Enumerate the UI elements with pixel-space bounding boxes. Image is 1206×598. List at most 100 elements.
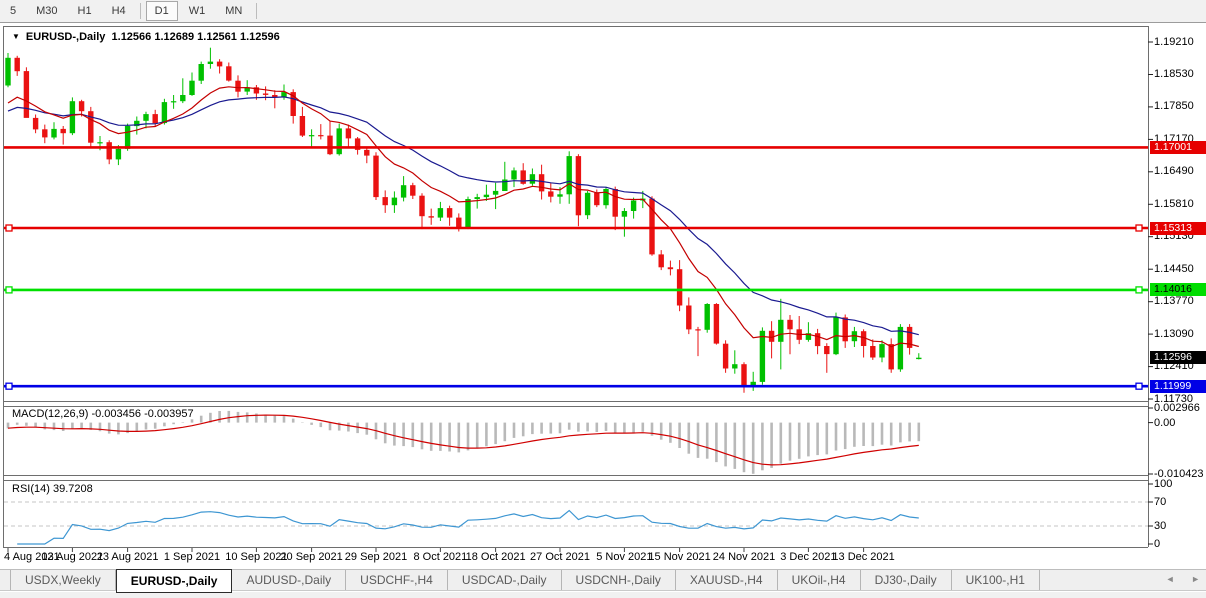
candle-body [603,189,608,205]
candle-body [815,333,820,346]
macd-tick-label: 0.002966 [1154,402,1200,414]
candle-body [539,174,544,191]
candle-body [42,129,47,137]
date-tick-label: 13 Aug 2021 [41,551,103,563]
date-tick-label: 5 Nov 2021 [596,551,652,563]
candle-body [447,208,452,218]
candle-body [364,150,369,156]
candle-body [465,199,470,228]
candle-body [217,62,222,67]
candle-body [153,114,158,123]
line-handle[interactable] [6,383,12,389]
date-tick-label: 10 Sep 2021 [225,551,287,563]
candle-body [594,193,599,205]
candle-body [760,331,765,382]
candle-body [456,218,461,229]
candle-body [419,196,424,217]
candle-body [346,128,351,138]
price-tick-label: 1.17850 [1154,100,1194,112]
tab-scroll-left-icon[interactable]: ◄ [1166,574,1175,584]
chart-symbol-label: EURUSD-,Daily [26,31,105,43]
date-tick-label: 24 Nov 2021 [713,551,775,563]
chart-canvas[interactable] [0,0,1206,598]
date-tick-label: 15 Nov 2021 [648,551,710,563]
date-tick-label: 8 Oct 2021 [413,551,467,563]
candle-body [15,58,20,71]
line-handle[interactable] [6,225,12,231]
candle-body [300,116,305,136]
macd-tick-label: 0.00 [1154,417,1175,429]
candle-body [263,94,268,95]
candle-body [97,142,102,143]
candle-body [189,81,194,95]
price-tick-label: 1.15810 [1154,198,1194,210]
line-handle[interactable] [1136,225,1142,231]
rsi-tick-label: 0 [1154,538,1160,550]
candle-body [879,344,884,357]
price-badge: 1.17001 [1150,141,1206,154]
date-tick-label: 20 Sep 2021 [280,551,342,563]
candle-body [24,71,29,118]
candle-body [51,129,56,138]
candle-body [5,58,10,86]
price-tick-label: 1.13090 [1154,328,1194,340]
candle-body [180,95,185,101]
candle-body [778,320,783,342]
candle-body [787,320,792,330]
chart-dropdown-icon[interactable]: ▼ [12,32,20,41]
candle-body [208,62,213,64]
candle-body [125,126,130,149]
macd-label: MACD(12,26,9) -0.003456 -0.003957 [12,408,194,420]
candle-body [548,191,553,196]
candle-body [824,346,829,354]
candle-body [695,329,700,330]
candle-body [107,142,112,159]
candle-body [401,185,406,197]
candle-body [585,193,590,215]
line-handle[interactable] [1136,383,1142,389]
candle-body [567,156,572,194]
candle-body [383,197,388,205]
candle-body [659,254,664,267]
line-handle[interactable] [6,287,12,293]
candle-body [631,201,636,212]
price-badge: 1.15313 [1150,222,1206,235]
rsi-tick-label: 70 [1154,496,1166,508]
date-tick-label: 27 Oct 2021 [530,551,590,563]
candle-body [373,156,378,198]
candle-body [511,170,516,179]
price-tick-label: 1.19210 [1154,36,1194,48]
line-handle[interactable] [1136,287,1142,293]
price-tick-label: 1.14450 [1154,263,1194,275]
candle-body [162,102,167,123]
candle-body [741,364,746,387]
candle-body [429,216,434,217]
candle-body [438,208,443,218]
price-tick-label: 1.16490 [1154,165,1194,177]
candle-body [613,189,618,217]
candle-body [898,327,903,370]
candle-body [392,198,397,206]
candle-body [576,156,581,215]
candle-body [521,170,526,183]
candle-body [916,358,921,359]
date-tick-label: 18 Oct 2021 [466,551,526,563]
candle-body [116,149,121,160]
candle-body [677,269,682,305]
candle-body [557,194,562,196]
candle-body [723,344,728,369]
chart-tab-eurusd-daily[interactable]: EURUSD-,Daily [116,569,233,593]
rsi-line [17,511,919,545]
candle-body [410,185,415,196]
price-badge: 1.11999 [1150,380,1206,393]
date-tick-label: 1 Sep 2021 [164,551,220,563]
candle-body [493,191,498,195]
mt4-window: 5M30H1H4D1W1MN ▼EURUSD-,Daily 1.12566 1.… [0,0,1206,598]
chart-ohlc-values: 1.12566 1.12689 1.12561 1.12596 [112,31,280,43]
date-tick-label: 23 Aug 2021 [97,551,159,563]
price-badge: 1.14016 [1150,283,1206,296]
candle-body [61,129,66,133]
tab-scroll-right-icon[interactable]: ► [1191,574,1200,584]
price-tick-label: 1.18530 [1154,68,1194,80]
candle-body [79,101,84,111]
